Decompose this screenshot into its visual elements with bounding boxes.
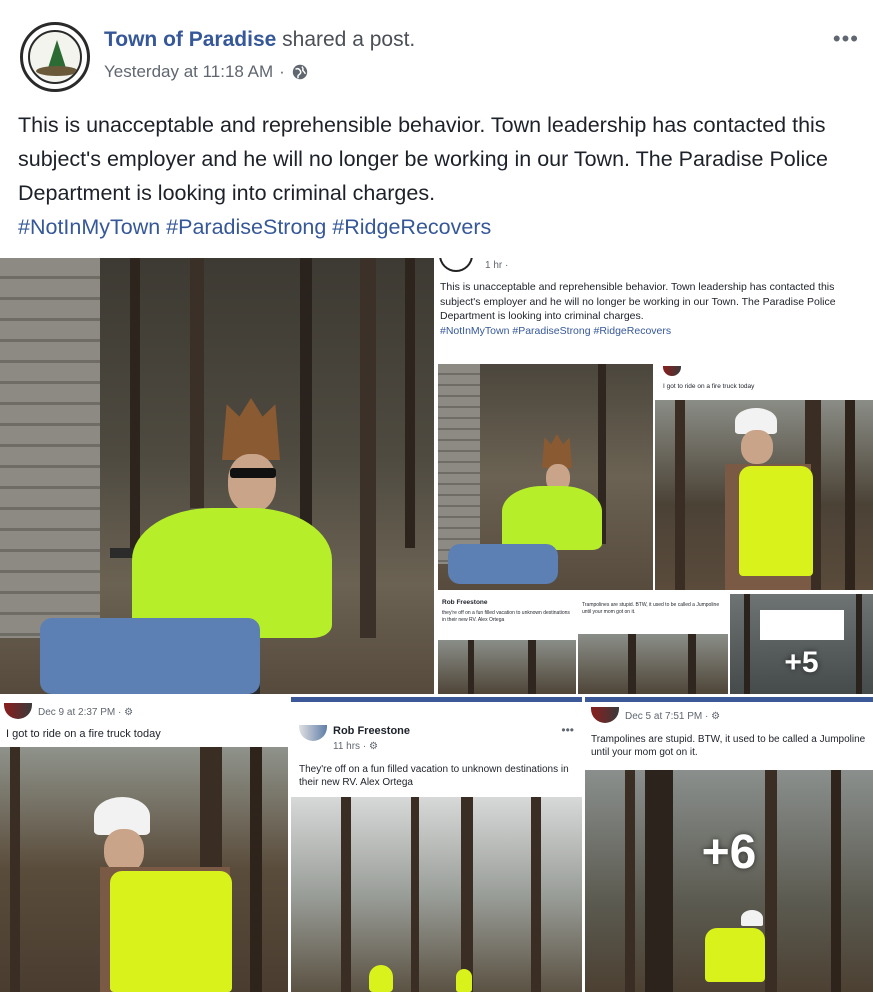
rob-freestone-photo[interactable]: Rob Freestone 11 hrs · ⚙ ••• They're off…	[291, 697, 582, 992]
author-line: Town of Paradise shared a post.	[104, 28, 415, 52]
burned-tree	[360, 258, 376, 638]
share-action-text: shared a post.	[282, 28, 416, 51]
post-message: This is unacceptable and reprehensible b…	[18, 113, 829, 205]
mini-tree	[845, 400, 855, 590]
card-meta: Dec 5 at 7:51 PM · ⚙	[625, 711, 721, 722]
photo-gallery: 1 hr · This is unacceptable and reprehen…	[0, 258, 873, 992]
burned-tree	[405, 258, 415, 548]
screenshot-message: This is unacceptable and reprehensible b…	[440, 281, 836, 322]
brick-chimney	[0, 258, 100, 638]
burned-tree	[190, 258, 204, 508]
sunglasses	[230, 468, 276, 478]
mini-photo-trampoline: Trampolines are stupid. BTW, it used to …	[578, 594, 728, 694]
mini-photo-fire-truck: I got to ride on a fire truck today	[655, 364, 873, 590]
seal-tree-shape	[48, 40, 66, 68]
mini-tree	[675, 400, 685, 590]
card-caption: I got to ride on a fire truck today	[6, 728, 161, 740]
mini-rob-caption: they're off on a fun filled vacation to …	[442, 610, 570, 623]
post-body: This is unacceptable and reprehensible b…	[18, 108, 858, 244]
shared-screenshot-photo[interactable]: 1 hr · This is unacceptable and reprehen…	[437, 258, 873, 694]
card-tree	[765, 770, 777, 992]
card-avatar	[4, 703, 32, 719]
card-tree	[341, 797, 351, 992]
card-tree	[250, 747, 262, 992]
burned-tree	[130, 258, 140, 558]
small-hard-hat	[741, 910, 763, 926]
globe-icon[interactable]	[291, 63, 309, 81]
card-meta: 11 hrs · ⚙	[333, 741, 378, 752]
post-hashtags-link[interactable]: #NotInMyTown #ParadiseStrong #RidgeRecov…	[18, 215, 491, 239]
paper-crown-hat	[222, 398, 280, 460]
mini-jeans	[448, 544, 558, 584]
mini-rob-name: Rob Freestone	[442, 599, 488, 606]
mini-tree	[528, 640, 536, 694]
mini-forest	[655, 400, 873, 590]
fire-truck-photo[interactable]: Dec 9 at 2:37 PM · ⚙ I got to ride on a …	[0, 697, 288, 992]
card-tree	[645, 770, 673, 992]
screenshot-hashtags: #NotInMyTown #ParadiseStrong #RidgeRecov…	[440, 324, 672, 337]
mini-photo-more: +5	[730, 594, 873, 694]
mini-avatar	[663, 366, 681, 376]
screenshot-avatar	[439, 258, 473, 272]
card-forest	[291, 797, 582, 992]
mini-crown	[542, 434, 572, 468]
small-vest	[369, 965, 393, 992]
screenshot-text: This is unacceptable and reprehensible b…	[440, 280, 870, 338]
card-tree	[10, 747, 20, 992]
mini-face	[741, 430, 773, 464]
card-tree	[625, 770, 635, 992]
mini-photo-rob: Rob Freestone they're off on a fun fille…	[438, 594, 576, 694]
mini-trampoline-caption: Trampolines are stupid. BTW, it used to …	[582, 602, 720, 615]
mini-tree	[688, 634, 696, 694]
card-caption: They're off on a fun filled vacation to …	[299, 764, 569, 788]
mini-brick	[438, 364, 480, 564]
mini-tree	[628, 634, 636, 694]
card-tree	[531, 797, 541, 992]
mini-jacket	[502, 486, 602, 550]
mini-tree	[468, 640, 474, 694]
card-forest	[585, 770, 873, 992]
mini-vest	[739, 466, 813, 576]
seal-ground-shape	[36, 66, 78, 76]
post-meta: Yesterday at 11:18 AM ·	[104, 62, 309, 82]
main-photo[interactable]	[0, 258, 434, 694]
post-header: Town of Paradise shared a post. Yesterda…	[0, 0, 873, 100]
post-timestamp-link[interactable]: Yesterday at 11:18 AM	[104, 62, 273, 82]
author-name-link[interactable]: Town of Paradise	[104, 28, 276, 51]
jeans	[40, 618, 260, 694]
card-avatar	[299, 725, 327, 741]
page-avatar[interactable]	[20, 22, 90, 92]
more-photos-count[interactable]: +6	[585, 825, 873, 880]
small-vest	[705, 928, 765, 982]
more-photos-count: +5	[784, 646, 819, 679]
more-options-icon[interactable]: •••	[833, 26, 859, 52]
card-tree	[461, 797, 473, 992]
mini-overlay-card	[760, 610, 844, 640]
card-top-bar	[291, 697, 582, 702]
card-more-icon: •••	[561, 723, 574, 737]
safety-vest	[110, 871, 232, 992]
card-meta: Dec 9 at 2:37 PM · ⚙	[38, 707, 134, 718]
person-face	[228, 454, 276, 512]
trampoline-photo[interactable]: Dec 5 at 7:51 PM · ⚙ Trampolines are stu…	[585, 697, 873, 992]
mini-fire-truck-caption: I got to ride on a fire truck today	[663, 383, 755, 390]
card-caption: Trampolines are stupid. BTW, it used to …	[591, 734, 866, 758]
card-forest	[0, 747, 288, 992]
screenshot-time: 1 hr ·	[485, 260, 509, 271]
card-tree	[411, 797, 419, 992]
meta-separator: ·	[279, 62, 285, 81]
mini-photo-crown	[438, 364, 653, 590]
town-seal-logo	[28, 30, 82, 84]
card-tree	[831, 770, 841, 992]
card-author: Rob Freestone	[333, 725, 411, 737]
small-vest	[456, 969, 472, 992]
